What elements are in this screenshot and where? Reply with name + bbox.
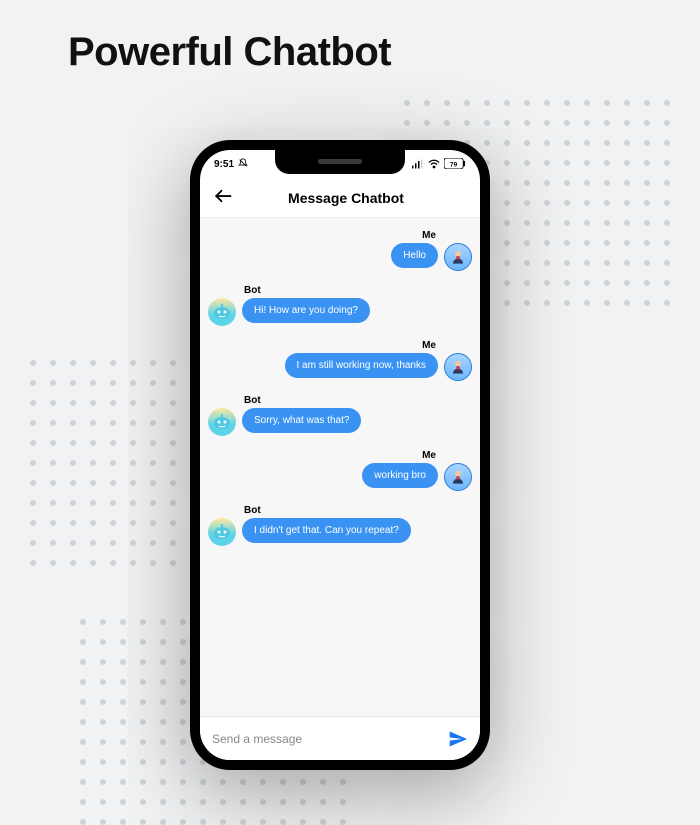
message-group-me: Me I am still working now, thanks (208, 340, 472, 381)
user-avatar-icon (444, 463, 472, 491)
sender-label-me: Me (422, 450, 436, 461)
user-avatar-icon (444, 243, 472, 271)
chat-body[interactable]: Me Hello Bot Hi! How are you doing? (200, 218, 480, 716)
message-row: I didn't get that. Can you repeat? (208, 518, 411, 546)
status-right: 79 (412, 158, 466, 169)
message-group-bot: Bot Hi! How are you doing? (208, 285, 472, 326)
message-row: I am still working now, thanks (285, 353, 473, 381)
bot-avatar-icon (208, 408, 236, 436)
input-bar (200, 716, 480, 760)
status-time: 9:51 (214, 159, 234, 170)
bot-avatar-icon (208, 298, 236, 326)
header-title: Message Chatbot (246, 190, 446, 206)
phone-screen: 9:51 79 Message Chatbot (200, 150, 480, 760)
phone-notch (275, 150, 405, 174)
message-row: Hello (391, 243, 472, 271)
message-row: Hi! How are you doing? (208, 298, 370, 326)
page-title: Powerful Chatbot (68, 30, 391, 75)
sender-label-me: Me (422, 230, 436, 241)
message-bubble: Hello (391, 243, 438, 268)
message-group-me: Me working bro (208, 450, 472, 491)
message-row: working bro (362, 463, 472, 491)
message-group-bot: Bot Sorry, what was that? (208, 395, 472, 436)
bot-avatar-icon (208, 518, 236, 546)
message-bubble: I am still working now, thanks (285, 353, 439, 378)
message-row: Sorry, what was that? (208, 408, 361, 436)
app-header: Message Chatbot (200, 178, 480, 218)
message-group-me: Me Hello (208, 230, 472, 271)
phone-frame: 9:51 79 Message Chatbot (190, 140, 490, 770)
sender-label-me: Me (422, 340, 436, 351)
message-group-bot: Bot I didn't get that. Can you repeat? (208, 505, 472, 546)
send-button[interactable] (448, 729, 468, 749)
wifi-icon (428, 158, 440, 169)
sender-label-bot: Bot (244, 505, 261, 516)
message-bubble: working bro (362, 463, 438, 488)
message-input[interactable] (212, 732, 438, 746)
sender-label-bot: Bot (244, 285, 261, 296)
svg-text:79: 79 (450, 162, 458, 169)
bell-off-icon (238, 158, 248, 170)
battery-icon: 79 (444, 158, 466, 169)
user-avatar-icon (444, 353, 472, 381)
sender-label-bot: Bot (244, 395, 261, 406)
message-bubble: I didn't get that. Can you repeat? (242, 518, 411, 543)
status-left: 9:51 (214, 158, 248, 170)
message-bubble: Hi! How are you doing? (242, 298, 370, 323)
back-button[interactable] (214, 187, 232, 208)
signal-icon (412, 158, 424, 169)
message-bubble: Sorry, what was that? (242, 408, 361, 433)
